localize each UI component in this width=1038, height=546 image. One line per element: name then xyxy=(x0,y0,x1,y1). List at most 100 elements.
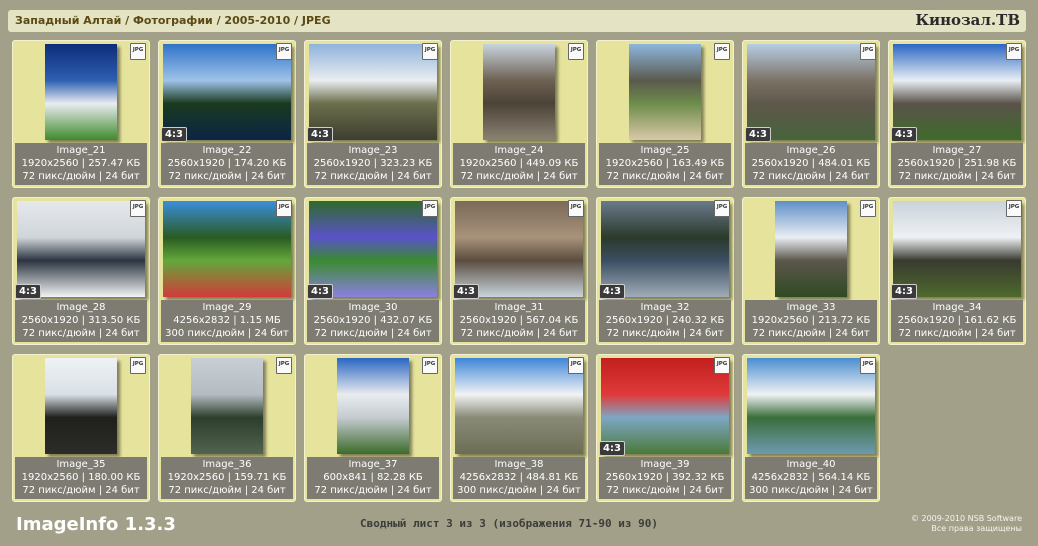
aspect-ratio-badge: 4:3 xyxy=(453,284,479,299)
copyright-line-1: © 2009-2010 NSB Software xyxy=(910,514,1022,523)
photo-thumbnail[interactable] xyxy=(893,44,1021,140)
photo-thumbnail[interactable] xyxy=(893,201,1021,297)
photo-thumbnail[interactable] xyxy=(17,201,145,297)
sheet-summary: Сводный лист 3 из 3 (изображения 71-90 и… xyxy=(360,517,659,530)
image-dimensions: 2560x1920 | 240.32 КБ xyxy=(605,315,725,326)
image-name: Image_39 xyxy=(640,459,690,470)
thumbnail-card[interactable]: JPG 4:3 Image_26 2560x1920 | 484.01 КБ 72 пи… xyxy=(742,40,880,188)
aspect-ratio-badge: 4:3 xyxy=(599,441,625,456)
photo-thumbnail[interactable] xyxy=(45,358,117,454)
aspect-ratio-badge: 4:3 xyxy=(891,284,917,299)
photo-thumbnail[interactable] xyxy=(337,358,409,454)
jpg-file-icon: JPG xyxy=(276,357,292,374)
photo-thumbnail[interactable] xyxy=(601,201,729,297)
aspect-ratio-badge: 4:3 xyxy=(307,127,333,142)
thumbnail-card[interactable]: JPG 4:3 Image_31 2560x1920 | 567.04 КБ 72 пи… xyxy=(450,197,588,345)
photo-thumbnail[interactable] xyxy=(455,201,583,297)
thumbnail-card[interactable]: JPG 4:3 Image_34 2560x1920 | 161.62 КБ 72 пи… xyxy=(888,197,1026,345)
image-dimensions: 1920x2560 | 163.49 КБ xyxy=(605,158,725,169)
thumbnail-card[interactable]: JPG 4:3 Image_32 2560x1920 | 240.32 КБ 72 пи… xyxy=(596,197,734,345)
jpg-file-icon: JPG xyxy=(422,357,438,374)
thumbnail-card[interactable]: JPG 4:3 Image_23 2560x1920 | 323.23 КБ 72 пи… xyxy=(304,40,442,188)
thumbnail-card[interactable]: JPG Image_35 1920x2560 | 180.00 КБ 72 пикс/… xyxy=(12,354,150,502)
image-resolution: 72 пикс/дюйм | 24 бит xyxy=(898,171,1016,182)
photo-thumbnail[interactable] xyxy=(163,44,291,140)
image-name: Image_21 xyxy=(56,145,106,156)
photo-thumbnail[interactable] xyxy=(483,44,555,140)
thumbnail-card[interactable]: JPG Image_33 1920x2560 | 213.72 КБ 72 пикс/… xyxy=(742,197,880,345)
jpg-file-icon: JPG xyxy=(714,43,730,60)
thumbnail-card[interactable]: JPG Image_21 1920x2560 | 257.47 КБ 72 пикс/… xyxy=(12,40,150,188)
image-info: Image_36 1920x2560 | 159.71 КБ 72 пикс/дюй… xyxy=(161,457,293,499)
jpg-file-icon: JPG xyxy=(568,43,584,60)
image-dimensions: 1920x2560 | 257.47 КБ xyxy=(21,158,141,169)
image-dimensions: 2560x1920 | 392.32 КБ xyxy=(605,472,725,483)
jpg-file-icon: JPG xyxy=(568,200,584,217)
thumbnail-card[interactable]: JPG 4:3 Image_22 2560x1920 | 174.20 КБ 72 пи… xyxy=(158,40,296,188)
image-resolution: 72 пикс/дюйм | 24 бит xyxy=(314,485,432,496)
image-resolution: 72 пикс/дюйм | 24 бит xyxy=(314,171,432,182)
aspect-ratio-badge: 4:3 xyxy=(745,127,771,142)
photo-thumbnail[interactable] xyxy=(775,201,847,297)
image-resolution: 72 пикс/дюйм | 24 бит xyxy=(460,328,578,339)
image-info: Image_25 1920x2560 | 163.49 КБ 72 пикс/дюй… xyxy=(599,143,731,185)
image-info: Image_38 4256x2832 | 484.81 КБ 300 пикс/дю… xyxy=(453,457,585,499)
image-info: Image_39 2560x1920 | 392.32 КБ 72 пикс/дюй… xyxy=(599,457,731,499)
photo-thumbnail[interactable] xyxy=(45,44,117,140)
image-info: Image_33 1920x2560 | 213.72 КБ 72 пикс/дюй… xyxy=(745,300,877,342)
thumbnail-card[interactable]: JPG 4:3 Image_39 2560x1920 | 392.32 КБ 72 пи… xyxy=(596,354,734,502)
image-resolution: 72 пикс/дюйм | 24 бит xyxy=(460,171,578,182)
aspect-ratio-badge: 4:3 xyxy=(891,127,917,142)
thumbnail-card[interactable]: JPG 4:3 Image_30 2560x1920 | 432.07 КБ 72 пи… xyxy=(304,197,442,345)
jpg-file-icon: JPG xyxy=(422,200,438,217)
image-dimensions: 600x841 | 82.28 КБ xyxy=(323,472,423,483)
photo-thumbnail[interactable] xyxy=(601,358,729,454)
photo-thumbnail[interactable] xyxy=(747,358,875,454)
image-info: Image_31 2560x1920 | 567.04 КБ 72 пикс/дюй… xyxy=(453,300,585,342)
image-dimensions: 4256x2832 | 484.81 КБ xyxy=(459,472,579,483)
aspect-ratio-badge: 4:3 xyxy=(599,284,625,299)
image-resolution: 72 пикс/дюйм | 24 бит xyxy=(168,171,286,182)
image-name: Image_34 xyxy=(932,302,982,313)
image-resolution: 72 пикс/дюйм | 24 бит xyxy=(22,485,140,496)
photo-thumbnail[interactable] xyxy=(309,44,437,140)
thumbnail-card[interactable]: JPG Image_40 4256x2832 | 564.14 КБ 300 пикс… xyxy=(742,354,880,502)
breadcrumb[interactable]: Западный Алтай / Фотографии / 2005-2010 … xyxy=(15,14,331,27)
image-resolution: 72 пикс/дюйм | 24 бит xyxy=(168,485,286,496)
image-resolution: 300 пикс/дюйм | 24 бит xyxy=(749,485,873,496)
image-resolution: 72 пикс/дюйм | 24 бит xyxy=(606,171,724,182)
brand-watermark: Кинозал.ТВ xyxy=(915,11,1020,29)
image-name: Image_26 xyxy=(786,145,836,156)
thumbnail-card[interactable]: JPG 4:3 Image_28 2560x1920 | 313.50 КБ 72 пи… xyxy=(12,197,150,345)
photo-thumbnail[interactable] xyxy=(309,201,437,297)
thumbnail-card[interactable]: JPG Image_37 600x841 | 82.28 КБ 72 пикс/дюй… xyxy=(304,354,442,502)
photo-thumbnail[interactable] xyxy=(163,201,291,297)
jpg-file-icon: JPG xyxy=(860,43,876,60)
aspect-ratio-badge: 4:3 xyxy=(15,284,41,299)
photo-thumbnail[interactable] xyxy=(747,44,875,140)
image-info: Image_27 2560x1920 | 251.98 КБ 72 пикс/дюй… xyxy=(891,143,1023,185)
image-resolution: 72 пикс/дюйм | 24 бит xyxy=(606,485,724,496)
image-dimensions: 4256x2832 | 564.14 КБ xyxy=(751,472,871,483)
image-name: Image_33 xyxy=(786,302,836,313)
image-info: Image_30 2560x1920 | 432.07 КБ 72 пикс/дюй… xyxy=(307,300,439,342)
image-dimensions: 1920x2560 | 159.71 КБ xyxy=(167,472,287,483)
jpg-file-icon: JPG xyxy=(1006,43,1022,60)
thumbnail-card[interactable]: JPG Image_38 4256x2832 | 484.81 КБ 300 пикс… xyxy=(450,354,588,502)
copyright-line-2: Все права защищены xyxy=(931,524,1022,533)
photo-thumbnail[interactable] xyxy=(455,358,583,454)
jpg-file-icon: JPG xyxy=(568,357,584,374)
image-dimensions: 2560x1920 | 567.04 КБ xyxy=(459,315,579,326)
thumbnail-card[interactable]: JPG Image_29 4256x2832 | 1.15 МБ 300 пикс/д… xyxy=(158,197,296,345)
photo-thumbnail[interactable] xyxy=(191,358,263,454)
thumbnail-card[interactable]: JPG 4:3 Image_27 2560x1920 | 251.98 КБ 72 пи… xyxy=(888,40,1026,188)
thumbnail-card[interactable]: JPG Image_24 1920x2560 | 449.09 КБ 72 пикс/… xyxy=(450,40,588,188)
photo-thumbnail[interactable] xyxy=(629,44,701,140)
image-name: Image_27 xyxy=(932,145,982,156)
image-dimensions: 2560x1920 | 484.01 КБ xyxy=(751,158,871,169)
image-dimensions: 2560x1920 | 313.50 КБ xyxy=(21,315,141,326)
thumbnail-card[interactable]: JPG Image_25 1920x2560 | 163.49 КБ 72 пикс/… xyxy=(596,40,734,188)
title-bar: Западный Алтай / Фотографии / 2005-2010 … xyxy=(8,10,1026,32)
image-name: Image_37 xyxy=(348,459,398,470)
thumbnail-card[interactable]: JPG Image_36 1920x2560 | 159.71 КБ 72 пикс/… xyxy=(158,354,296,502)
